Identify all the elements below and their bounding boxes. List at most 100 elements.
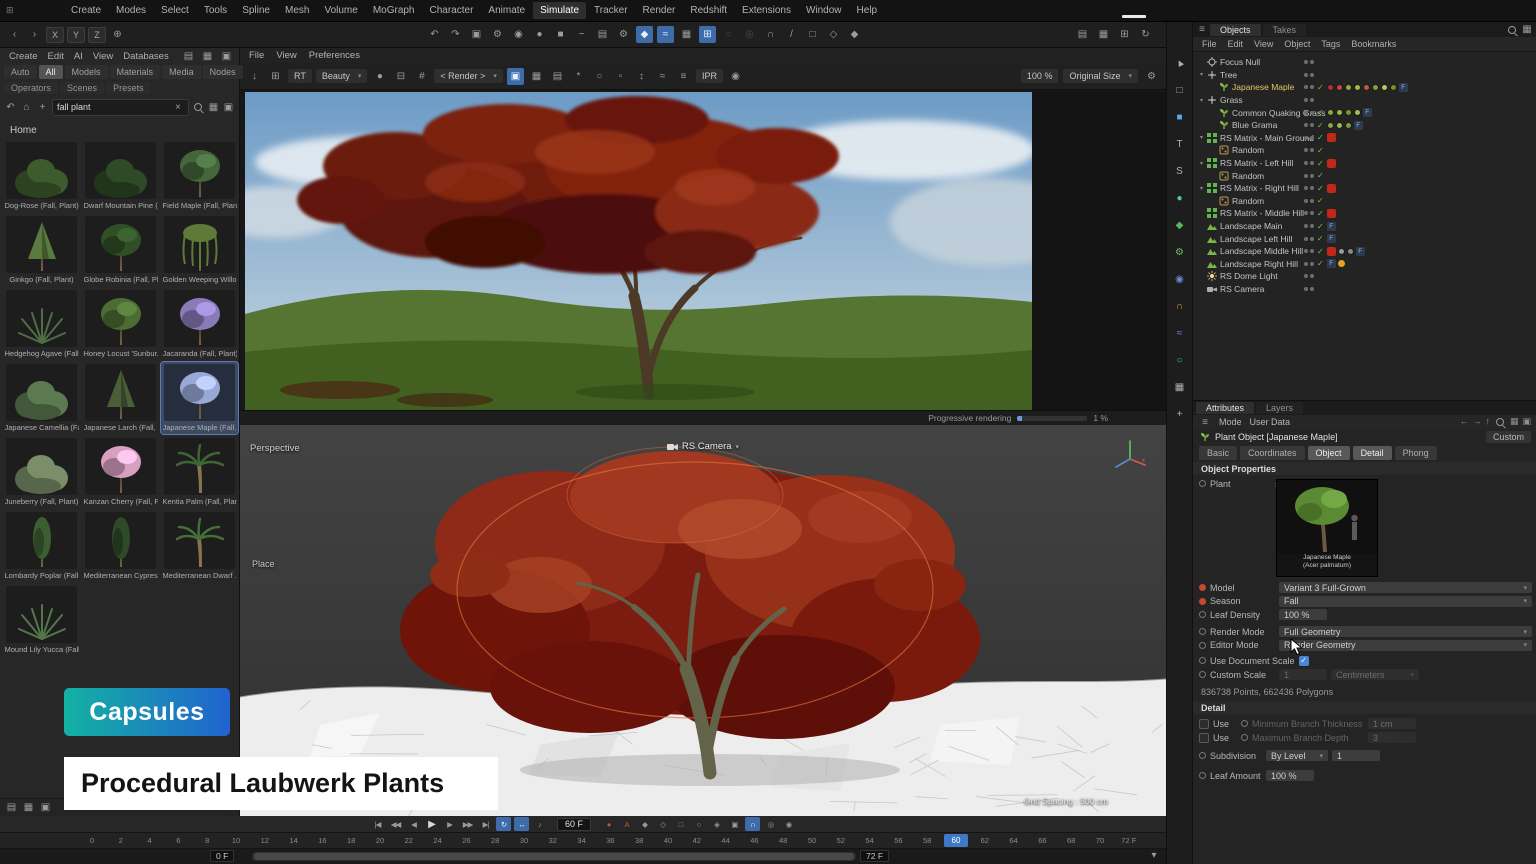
object-row[interactable]: Landscape Middle Hill✓F <box>1193 245 1536 258</box>
modeling-icon[interactable]: ■ <box>552 26 569 43</box>
expand-toggle[interactable]: ▾ <box>1197 97 1206 104</box>
asset-item[interactable]: Kanzan Cherry (Fall, Pl... <box>82 436 159 508</box>
cursor-tool-icon[interactable]: ▲ <box>1167 51 1191 75</box>
object-row[interactable]: RS Dome Light <box>1193 270 1536 283</box>
material-swatch[interactable] <box>1327 109 1334 116</box>
object-row[interactable]: Landscape Right Hill✓F <box>1193 258 1536 271</box>
visibility-dot-render[interactable] <box>1310 98 1314 102</box>
enabled-check[interactable]: ✓ <box>1317 171 1324 180</box>
record-parameter-icon[interactable]: ◈ <box>709 817 724 831</box>
menu-modes[interactable]: Modes <box>109 2 153 19</box>
attr-tab-layers[interactable]: Layers <box>1256 402 1303 414</box>
ab-menu-create[interactable]: Create <box>4 50 43 63</box>
enabled-check[interactable]: ✓ <box>1317 133 1324 142</box>
loop-mode-icon[interactable]: ↻ <box>496 817 511 831</box>
dock-list-icon[interactable]: ▤ <box>180 48 197 65</box>
mode-menu[interactable]: Mode <box>1219 417 1242 427</box>
material-swatch[interactable] <box>1327 122 1334 129</box>
range-end-field[interactable]: 72 F <box>860 850 889 862</box>
visibility-dot-render[interactable] <box>1310 174 1314 178</box>
asset-item[interactable]: Dwarf Mountain Pine (... <box>82 140 159 212</box>
field-icon[interactable]: ◉ <box>1171 270 1189 288</box>
record-position-icon[interactable]: ◇ <box>655 817 670 831</box>
material-swatch[interactable] <box>1347 248 1354 255</box>
spline-pen-icon[interactable]: S <box>1171 162 1189 180</box>
ab-menu-view[interactable]: View <box>88 50 118 63</box>
om-menu-file[interactable]: File <box>1197 39 1222 49</box>
object-row[interactable]: Common Quaking Grass✓F <box>1193 106 1536 119</box>
asset-hex-icon[interactable]: ◆ <box>846 26 863 43</box>
render-view-settings-icon[interactable]: ⚙ <box>1143 68 1160 85</box>
object-row[interactable]: Random✓ <box>1193 195 1536 208</box>
asset-item[interactable]: Mediterranean Cypres... <box>82 510 159 582</box>
coord-system-icon[interactable]: ⊕ <box>109 26 126 43</box>
om-search-icon[interactable] <box>1506 24 1518 36</box>
visibility-dot-render[interactable] <box>1310 249 1314 253</box>
visibility-dot-render[interactable] <box>1310 262 1314 266</box>
next-frame-icon[interactable]: ▶ <box>442 817 457 831</box>
menu-window[interactable]: Window <box>799 2 849 19</box>
asset-item[interactable]: Mound Lily Yucca (Fall... <box>3 584 80 656</box>
visibility-dot-render[interactable] <box>1310 224 1314 228</box>
visibility-dot-editor[interactable] <box>1304 224 1308 228</box>
menu-spline[interactable]: Spline <box>235 2 277 19</box>
leaf-amount-field[interactable]: 100 % <box>1266 770 1314 781</box>
view-grid-icon[interactable]: ▦ <box>22 801 35 814</box>
keyframe-dot[interactable] <box>1199 657 1206 664</box>
ab-tab-auto[interactable]: Auto <box>4 65 37 79</box>
visibility-dot-editor[interactable] <box>1304 161 1308 165</box>
record-button[interactable]: ● <box>601 817 616 831</box>
visibility-dot-editor[interactable] <box>1304 237 1308 241</box>
asset-item[interactable]: Golden Weeping Willo... <box>161 214 238 286</box>
crop-icon[interactable]: # <box>413 68 430 85</box>
season-dropdown[interactable]: Fall <box>1279 596 1532 607</box>
save-image-icon[interactable]: ↓ <box>246 68 263 85</box>
om-menu-tags[interactable]: Tags <box>1316 39 1345 49</box>
object-row[interactable]: ▾RS Matrix - Right Hill✓ <box>1193 182 1536 195</box>
ab-subtab-operators[interactable]: Operators <box>4 82 58 94</box>
ab-menu-edit[interactable]: Edit <box>43 50 69 63</box>
platonic-icon[interactable]: ◆ <box>1171 216 1189 234</box>
asset-item[interactable]: Globe Robinia (Fall, Pl... <box>82 214 159 286</box>
f-tag[interactable]: F <box>1363 108 1372 117</box>
attr-menu-icon[interactable]: ≡ <box>1199 416 1211 428</box>
menu-redshift[interactable]: Redshift <box>683 2 734 19</box>
ab-menu-ai[interactable]: AI <box>69 50 88 63</box>
visibility-dot-render[interactable] <box>1310 186 1314 190</box>
menu-volume[interactable]: Volume <box>317 2 364 19</box>
material-swatch[interactable] <box>1336 84 1343 91</box>
enabled-check[interactable]: ✓ <box>1317 259 1324 268</box>
f-tag[interactable]: F <box>1327 222 1336 231</box>
custom-scale-field[interactable]: 1 <box>1279 669 1327 680</box>
attr-grid-icon[interactable]: ▦ <box>1510 416 1519 428</box>
asset-item[interactable]: Japanese Camellia (Fal... <box>3 362 80 434</box>
enabled-check[interactable]: ✓ <box>1317 121 1324 130</box>
redshift-tag[interactable] <box>1327 247 1336 256</box>
render-settings-icon[interactable]: ⚙ <box>489 26 506 43</box>
enabled-check[interactable]: ✓ <box>1317 196 1324 205</box>
visibility-dot-render[interactable] <box>1310 148 1314 152</box>
visibility-dot-render[interactable] <box>1310 287 1314 291</box>
teapot-icon[interactable]: ◉ <box>727 68 744 85</box>
expand-toggle[interactable]: ▾ <box>1197 185 1206 192</box>
ab-tab-nodes[interactable]: Nodes <box>203 65 243 79</box>
timeline-ruler[interactable]: 0246810121416182022242628303234363840424… <box>0 833 1166 849</box>
object-row[interactable]: RS Matrix - Middle Hill✓ <box>1193 207 1536 220</box>
layout-split-icon[interactable]: ▦ <box>1095 26 1112 43</box>
axis-lock-z[interactable]: Z <box>88 27 106 43</box>
next-key-icon[interactable]: ▶▶ <box>460 817 475 831</box>
render-pass-dropdown[interactable]: Beauty <box>316 69 368 83</box>
ab-tab-all[interactable]: All <box>39 65 63 79</box>
maximum-branch-depth-field[interactable]: 3 <box>1368 732 1416 743</box>
undo-icon[interactable]: ↶ <box>426 26 443 43</box>
keyframe-dot[interactable] <box>1199 642 1206 649</box>
keyframe-dot-set[interactable] <box>1199 598 1206 605</box>
text-tool-icon[interactable]: T <box>1171 135 1189 153</box>
viewport-name-label[interactable]: Perspective <box>250 443 300 454</box>
menu-animate[interactable]: Animate <box>481 2 532 19</box>
attr-lock-icon[interactable]: ▣ <box>1522 416 1531 428</box>
mograph-icon[interactable]: ≈ <box>1171 324 1189 342</box>
ab-subtab-presets[interactable]: Presets <box>106 82 151 94</box>
object-row[interactable]: ▾Grass <box>1193 94 1536 107</box>
om-menu-object[interactable]: Object <box>1279 39 1315 49</box>
